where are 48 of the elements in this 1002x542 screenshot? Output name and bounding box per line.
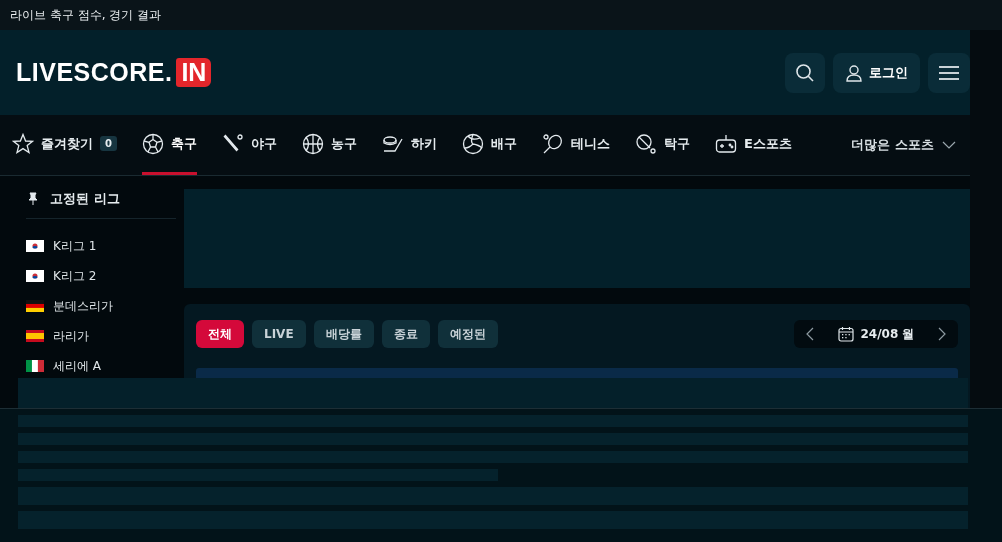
league-link[interactable]: 세리에 A — [26, 351, 176, 381]
paddle-icon — [634, 132, 657, 155]
gamepad-icon — [714, 132, 737, 155]
sport-tab[interactable]: 탁구 — [634, 115, 690, 175]
search-icon — [795, 62, 815, 83]
filter-tab[interactable]: 전체 — [196, 320, 244, 348]
sport-tab[interactable]: 배구 — [461, 115, 517, 175]
soccer-ball-icon — [141, 132, 164, 155]
sport-tab[interactable]: 농구 — [301, 115, 357, 175]
sport-tab[interactable]: 야구 — [221, 115, 277, 175]
favorites-count: 0 — [100, 136, 117, 151]
flag-icon — [26, 270, 44, 282]
sport-tab[interactable]: 하키 — [381, 115, 437, 175]
flag-icon — [26, 300, 44, 312]
flag-icon — [26, 360, 44, 372]
date-label: 24/08 월 — [860, 325, 915, 343]
volleyball-icon — [461, 132, 484, 155]
chevron-right-icon[interactable] — [938, 327, 946, 341]
calendar-icon — [837, 326, 854, 342]
sidebar-title: 고정된 리그 — [50, 190, 120, 208]
league-link[interactable]: K리그 1 — [26, 231, 176, 261]
login-button[interactable]: 로그인 — [833, 52, 920, 93]
league-link[interactable]: K리그 2 — [26, 261, 176, 291]
filter-tab[interactable]: 종료 — [381, 320, 430, 348]
filter-tab[interactable]: 예정된 — [437, 320, 498, 348]
flag-icon — [26, 330, 44, 342]
page-title: 라이브 축구 점수, 경기 결과 — [10, 6, 162, 24]
league-link[interactable]: 라리가 — [26, 321, 176, 351]
search-button[interactable] — [785, 52, 825, 93]
filter-tab[interactable]: 배당률 — [313, 320, 374, 348]
star-icon — [12, 132, 34, 155]
sport-tab[interactable]: 축구 — [141, 115, 197, 175]
more-sports-dropdown[interactable]: 더많은 스포츠 — [851, 136, 956, 154]
basketball-icon — [301, 132, 324, 155]
sport-tab[interactable]: 테니스 — [541, 115, 610, 175]
pin-icon — [28, 192, 38, 206]
user-icon — [845, 63, 863, 82]
menu-button[interactable] — [928, 52, 970, 93]
site-logo[interactable]: LIVESCORE. IN — [16, 58, 212, 87]
flag-icon — [26, 240, 44, 252]
tennis-racket-icon — [541, 132, 564, 155]
chevron-down-icon — [942, 141, 956, 149]
sport-tab[interactable]: E스포츠 — [714, 115, 792, 175]
sport-tab[interactable]: 즐겨찾기 0 — [12, 115, 117, 175]
chevron-left-icon[interactable] — [806, 327, 814, 341]
league-link[interactable]: 분데스리가 — [26, 291, 176, 321]
filter-tab[interactable]: LIVE — [252, 320, 306, 348]
menu-icon — [938, 64, 960, 81]
